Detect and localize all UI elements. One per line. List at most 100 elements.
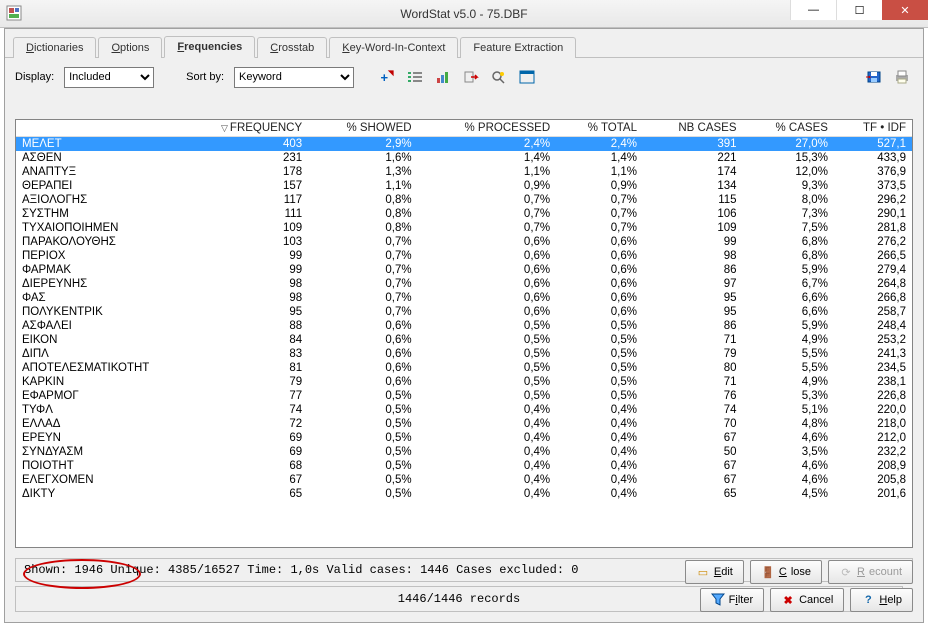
value-cell: 391 bbox=[643, 137, 743, 152]
value-cell: 0,7% bbox=[418, 221, 557, 235]
value-cell: 5,9% bbox=[743, 319, 834, 333]
value-cell: 0,6% bbox=[308, 375, 417, 389]
value-cell: 0,5% bbox=[308, 459, 417, 473]
value-cell: 99 bbox=[176, 249, 308, 263]
table-row[interactable]: ΦΑΣ980,7%0,6%0,6%956,6%266,8 bbox=[16, 291, 912, 305]
value-cell: 115 bbox=[643, 193, 743, 207]
value-cell: 7,3% bbox=[743, 207, 834, 221]
col-header[interactable]: NB CASES bbox=[643, 120, 743, 137]
table-row[interactable]: ΕΡΕΥΝ690,5%0,4%0,4%674,6%212,0 bbox=[16, 431, 912, 445]
value-cell: 2,4% bbox=[556, 137, 643, 152]
table-row[interactable]: ΔΙΠΛ830,6%0,5%0,5%795,5%241,3 bbox=[16, 347, 912, 361]
maximize-button[interactable]: ☐ bbox=[836, 0, 882, 20]
value-cell: 65 bbox=[643, 487, 743, 501]
value-cell: 178 bbox=[176, 165, 308, 179]
value-cell: 0,7% bbox=[308, 235, 417, 249]
keyword-cell: ΣΥΣΤΗΜ bbox=[16, 207, 176, 221]
table-row[interactable]: ΕΦΑΡΜΟΓ770,5%0,5%0,5%765,3%226,8 bbox=[16, 389, 912, 403]
table-row[interactable]: ΤΥΧΑΙΟΠΟΙΗΜΕΝ1090,8%0,7%0,7%1097,5%281,8 bbox=[16, 221, 912, 235]
export-icon[interactable] bbox=[460, 66, 482, 88]
table-row[interactable]: ΠΟΛΥΚΕΝΤΡΙΚ950,7%0,6%0,6%956,6%258,7 bbox=[16, 305, 912, 319]
table-row[interactable]: ΚΑΡΚΙΝ790,6%0,5%0,5%714,9%238,1 bbox=[16, 375, 912, 389]
table-row[interactable]: ΜΕΛΕΤ4032,9%2,4%2,4%39127,0%527,1 bbox=[16, 137, 912, 152]
table-row[interactable]: ΤΥΦΛ740,5%0,4%0,4%745,1%220,0 bbox=[16, 403, 912, 417]
value-cell: 208,9 bbox=[834, 459, 912, 473]
table-row[interactable]: ΦΑΡΜΑΚ990,7%0,6%0,6%865,9%279,4 bbox=[16, 263, 912, 277]
app-icon bbox=[6, 5, 24, 23]
col-header[interactable] bbox=[16, 120, 176, 137]
value-cell: 253,2 bbox=[834, 333, 912, 347]
toolbar: Display: Included Sort by: Keyword +◥ bbox=[5, 58, 923, 96]
table-row[interactable]: ΔΙΚΤΥ650,5%0,4%0,4%654,5%201,6 bbox=[16, 487, 912, 501]
help-button[interactable]: ?Help bbox=[850, 588, 913, 612]
value-cell: 0,4% bbox=[418, 459, 557, 473]
tab-feature-extraction[interactable]: Feature Extraction bbox=[460, 37, 576, 58]
recount-button[interactable]: ⟳Recount bbox=[828, 560, 913, 584]
table-row[interactable]: ΑΣΘΕΝ2311,6%1,4%1,4%22115,3%433,9 bbox=[16, 151, 912, 165]
table-row[interactable]: ΑΝΑΠΤΥΞ1781,3%1,1%1,1%17412,0%376,9 bbox=[16, 165, 912, 179]
add-icon[interactable]: +◥ bbox=[376, 66, 398, 88]
value-cell: 86 bbox=[643, 263, 743, 277]
frequency-grid[interactable]: FREQUENCY% SHOWED% PROCESSED% TOTALNB CA… bbox=[16, 120, 912, 547]
tab-options[interactable]: Options bbox=[98, 37, 162, 58]
value-cell: 0,8% bbox=[308, 207, 417, 221]
keyword-cell: ΔΙΚΤΥ bbox=[16, 487, 176, 501]
value-cell: 80 bbox=[643, 361, 743, 375]
edit-button[interactable]: ▭EEditdit bbox=[685, 560, 744, 584]
value-cell: 4,5% bbox=[743, 487, 834, 501]
table-row[interactable]: ΣΥΣΤΗΜ1110,8%0,7%0,7%1067,3%290,1 bbox=[16, 207, 912, 221]
tab-crosstab[interactable]: Crosstab bbox=[257, 37, 327, 58]
col-header[interactable]: % PROCESSED bbox=[418, 120, 557, 137]
save-disk-icon[interactable] bbox=[863, 66, 885, 88]
keyword-cell: ΘΕΡΑΠΕΙ bbox=[16, 179, 176, 193]
value-cell: 231 bbox=[176, 151, 308, 165]
table-row[interactable]: ΕΛΛΑΔ720,5%0,4%0,4%704,8%218,0 bbox=[16, 417, 912, 431]
table-row[interactable]: ΣΥΝΔΥΑΣΜ690,5%0,4%0,4%503,5%232,2 bbox=[16, 445, 912, 459]
close-window-button[interactable]: ✕ bbox=[882, 0, 928, 20]
col-header[interactable]: FREQUENCY bbox=[176, 120, 308, 137]
table-row[interactable]: ΑΠΟΤΕΛΕΣΜΑΤΙΚΟΤΗΤ810,6%0,5%0,5%805,5%234… bbox=[16, 361, 912, 375]
table-row[interactable]: ΑΣΦΑΛΕΙ880,6%0,5%0,5%865,9%248,4 bbox=[16, 319, 912, 333]
value-cell: 5,5% bbox=[743, 361, 834, 375]
value-cell: 76 bbox=[643, 389, 743, 403]
table-row[interactable]: ΔΙΕΡΕΥΝΗΣ980,7%0,6%0,6%976,7%264,8 bbox=[16, 277, 912, 291]
window-icon[interactable] bbox=[516, 66, 538, 88]
filter-button[interactable]: Filter bbox=[700, 588, 764, 612]
cancel-button[interactable]: ✖Cancel bbox=[770, 588, 844, 612]
chart-icon[interactable] bbox=[432, 66, 454, 88]
table-row[interactable]: ΑΞΙΟΛΟΓΗΣ1170,8%0,7%0,7%1158,0%296,2 bbox=[16, 193, 912, 207]
col-header[interactable]: % TOTAL bbox=[556, 120, 643, 137]
value-cell: 7,5% bbox=[743, 221, 834, 235]
value-cell: 527,1 bbox=[834, 137, 912, 152]
search-icon[interactable] bbox=[488, 66, 510, 88]
table-row[interactable]: ΠΟΙΟΤΗΤ680,5%0,4%0,4%674,6%208,9 bbox=[16, 459, 912, 473]
close-button[interactable]: 🚪Close bbox=[750, 560, 822, 584]
value-cell: 27,0% bbox=[743, 137, 834, 152]
display-select[interactable]: Included bbox=[64, 67, 154, 88]
keyword-cell: ΑΠΟΤΕΛΕΣΜΑΤΙΚΟΤΗΤ bbox=[16, 361, 176, 375]
table-row[interactable]: ΠΕΡΙΟΧ990,7%0,6%0,6%986,8%266,5 bbox=[16, 249, 912, 263]
print-icon[interactable] bbox=[891, 66, 913, 88]
value-cell: 117 bbox=[176, 193, 308, 207]
list-icon[interactable] bbox=[404, 66, 426, 88]
value-cell: 232,2 bbox=[834, 445, 912, 459]
tab-key-word-in-context[interactable]: Key-Word-In-Context bbox=[329, 37, 458, 58]
table-row[interactable]: ΘΕΡΑΠΕΙ1571,1%0,9%0,9%1349,3%373,5 bbox=[16, 179, 912, 193]
table-row[interactable]: ΠΑΡΑΚΟΛΟΥΘΗΣ1030,7%0,6%0,6%996,8%276,2 bbox=[16, 235, 912, 249]
value-cell: 0,5% bbox=[308, 473, 417, 487]
col-header[interactable]: TF • IDF bbox=[834, 120, 912, 137]
sort-select[interactable]: Keyword bbox=[234, 67, 354, 88]
filter-icon bbox=[711, 593, 725, 607]
minimize-button[interactable]: — bbox=[790, 0, 836, 20]
value-cell: 0,6% bbox=[556, 263, 643, 277]
keyword-cell: ΔΙΕΡΕΥΝΗΣ bbox=[16, 277, 176, 291]
tab-frequencies[interactable]: Frequencies bbox=[164, 36, 255, 58]
value-cell: 279,4 bbox=[834, 263, 912, 277]
col-header[interactable]: % SHOWED bbox=[308, 120, 417, 137]
tab-dictionaries[interactable]: Dictionaries bbox=[13, 37, 96, 58]
value-cell: 0,4% bbox=[418, 431, 557, 445]
table-row[interactable]: ΕΙΚΟΝ840,6%0,5%0,5%714,9%253,2 bbox=[16, 333, 912, 347]
col-header[interactable]: % CASES bbox=[743, 120, 834, 137]
table-row[interactable]: ΕΛΕΓΧΟΜΕΝ670,5%0,4%0,4%674,6%205,8 bbox=[16, 473, 912, 487]
value-cell: 67 bbox=[643, 473, 743, 487]
